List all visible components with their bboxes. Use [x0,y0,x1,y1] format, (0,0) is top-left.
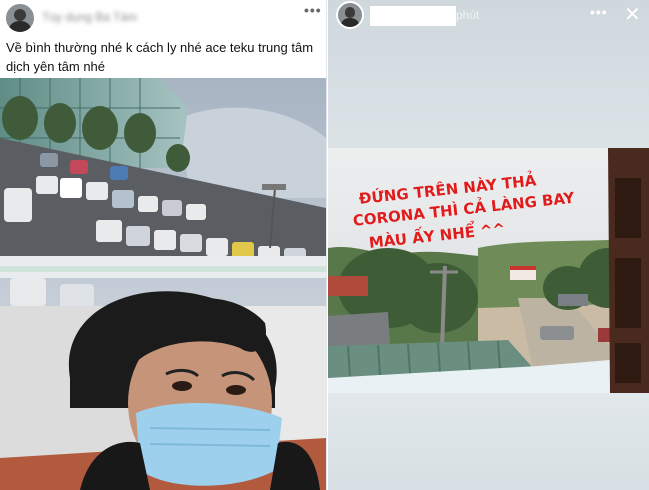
story-bottom-background [328,393,649,490]
more-options-icon[interactable]: ••• [590,4,608,20]
right-story-panel: phút ••• ✕ ĐỨNG TRÊN NÀY THẢ CORONA THÌ … [328,0,649,490]
left-post-panel: Tùy dụng Ba Tám ••• Về bình thường nhé k… [0,0,327,490]
story-avatar[interactable] [336,1,364,29]
post-caption: Về bình thường nhé k cách ly nhé ace tek… [6,40,314,74]
author-name[interactable]: Tùy dụng Ba Tám [42,10,137,24]
author-avatar[interactable] [4,2,36,34]
more-options-icon[interactable]: ••• [304,2,322,18]
story-time: phút [456,8,480,22]
post-photo[interactable] [0,78,326,490]
close-icon[interactable]: ✕ [624,2,641,27]
redacted-name [370,6,456,26]
